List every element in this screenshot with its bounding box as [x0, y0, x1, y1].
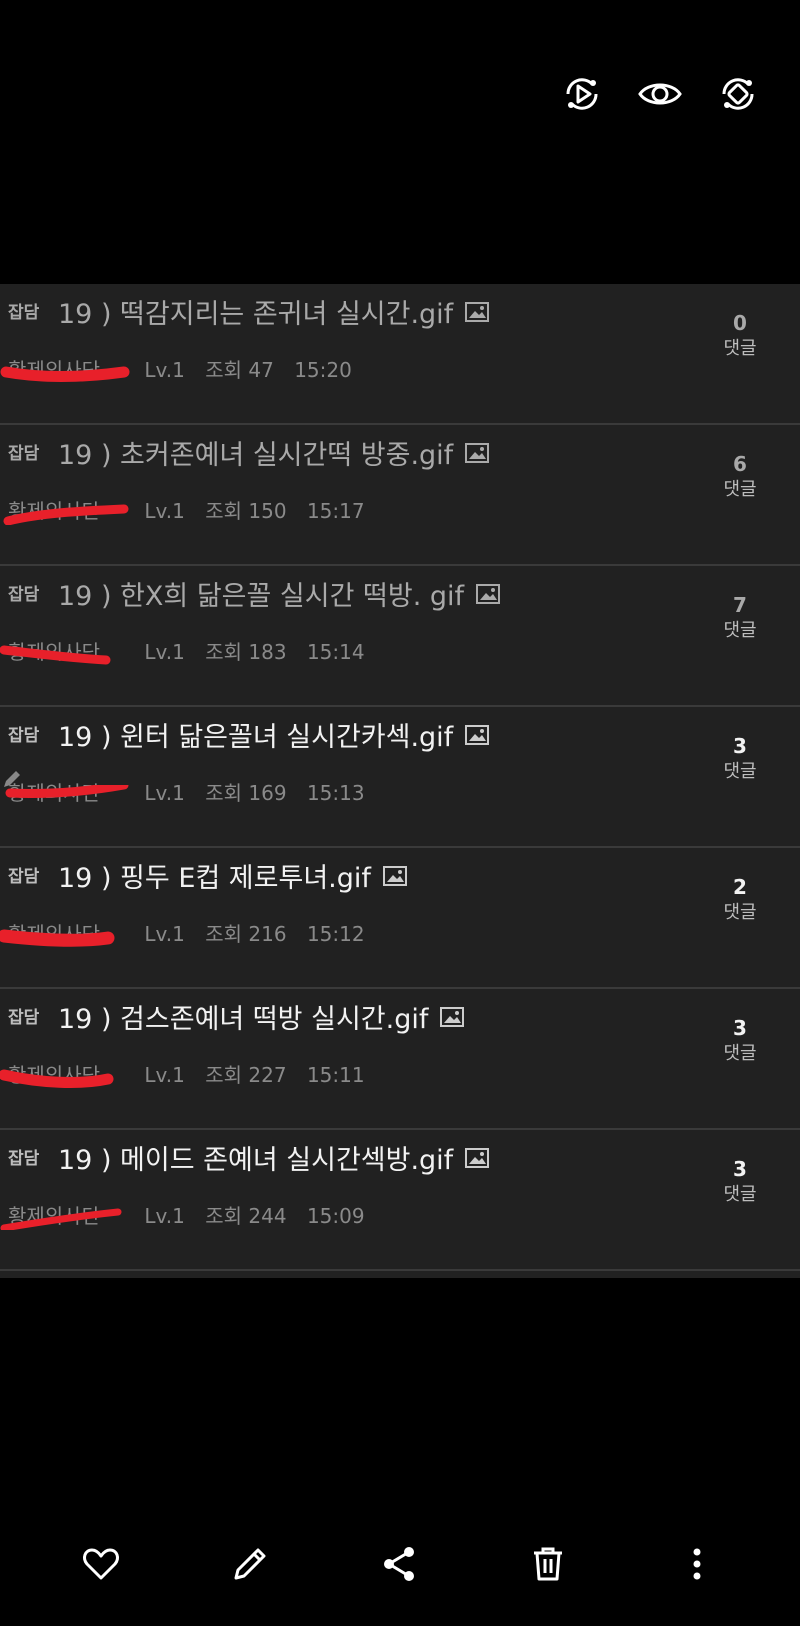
- image-attachment-icon: [465, 724, 490, 745]
- post-category: 잡담: [8, 303, 40, 323]
- post-row[interactable]: 잡담 19 ) 초커존예녀 실시간떡 방중.gif 황제의사단 Lv.1 조회 …: [0, 425, 800, 566]
- post-title[interactable]: 19 ) 한X희 닮은꼴 실시간 떡방. gif: [58, 574, 501, 613]
- author-name: 황제의사단: [0, 1063, 120, 1088]
- delete-icon[interactable]: [528, 1544, 568, 1584]
- comment-count: 2 댓글: [723, 875, 757, 923]
- image-attachment-icon: [465, 1147, 490, 1168]
- view-count: 조회 47: [205, 358, 274, 382]
- author-name: 황제의사단: [5, 781, 129, 805]
- comment-count: 3 댓글: [723, 1157, 757, 1205]
- post-category: 잡담: [8, 1149, 40, 1169]
- author-level: Lv.1: [144, 640, 185, 664]
- post-time: 15:14: [306, 640, 365, 664]
- post-meta: 황제의사단 Lv.1 조회 47 15:20: [0, 354, 366, 383]
- comment-count: 0 댓글: [723, 311, 757, 359]
- author-name: 황제의사단: [0, 1204, 122, 1230]
- post-meta: 황제의사단 Lv.1 조회 244 15:09: [0, 1200, 379, 1230]
- eye-icon[interactable]: [636, 70, 684, 118]
- author-level: Lv.1: [144, 358, 185, 382]
- redaction-mark: [0, 1069, 114, 1088]
- view-count: 조회 169: [205, 781, 287, 805]
- post-title[interactable]: 19 ) 메이드 존예녀 실시간섹방.gif: [58, 1138, 490, 1177]
- redaction-mark: [0, 1208, 122, 1230]
- post-category: 잡담: [8, 444, 40, 464]
- post-row[interactable]: 잡담 19 ) 윈터 닮은꼴녀 실시간카섹.gif 황제의사단 Lv.1 조회 …: [0, 707, 800, 848]
- author-level: Lv.1: [144, 1063, 185, 1087]
- author-name: 황제의사단: [0, 640, 120, 665]
- image-attachment-icon: [476, 583, 501, 604]
- post-meta: 황제의사단 Lv.1 조회 216 15:12: [0, 918, 379, 947]
- post-time: 15:12: [306, 922, 365, 946]
- post-title[interactable]: 19 ) 초커존예녀 실시간떡 방중.gif: [58, 433, 490, 472]
- comment-count: 3 댓글: [723, 1016, 757, 1064]
- post-time: 15:20: [294, 358, 352, 382]
- post-list: 잡담 19 ) 떡감지리는 존귀녀 실시간.gif 황제의사단 Lv.1 조회 …: [0, 284, 800, 1278]
- post-title[interactable]: 19 ) 핑두 E컵 제로투녀.gif: [58, 856, 407, 895]
- comment-count: 3 댓글: [723, 734, 757, 782]
- author-name: 황제의사단: [0, 358, 130, 382]
- heart-icon[interactable]: [81, 1544, 121, 1584]
- post-title[interactable]: 19 ) 검스존예녀 떡방 실시간.gif: [58, 997, 465, 1036]
- author-level: Lv.1: [144, 1204, 185, 1228]
- author-level: Lv.1: [144, 781, 185, 805]
- author-level: Lv.1: [144, 922, 185, 946]
- post-time: 15:13: [306, 781, 365, 805]
- post-title[interactable]: 19 ) 윈터 닮은꼴녀 실시간카섹.gif: [58, 715, 490, 754]
- author-name: 황제의사단: [3, 499, 129, 525]
- auto-rotate-icon[interactable]: [714, 70, 762, 118]
- post-row[interactable]: 잡담 19 ) 검스존예녀 떡방 실시간.gif 황제의사단 Lv.1 조회 2…: [0, 989, 800, 1130]
- author-level: Lv.1: [144, 499, 185, 523]
- post-row[interactable]: 잡담 19 ) 한X희 닮은꼴 실시간 떡방. gif 황제의사단 Lv.1 조…: [0, 566, 800, 707]
- post-meta: 황제의사단 Lv.1 조회 150 15:17: [3, 495, 379, 525]
- post-meta: 황제의사단 Lv.1 조회 227 15:11: [0, 1059, 379, 1088]
- redaction-mark: [0, 645, 111, 665]
- post-category: 잡담: [8, 726, 40, 746]
- play-rotate-icon[interactable]: [558, 70, 606, 118]
- view-count: 조회 227: [205, 1063, 287, 1087]
- post-category: 잡담: [8, 867, 40, 887]
- image-attachment-icon: [465, 301, 490, 322]
- viewer-bottom-toolbar: [0, 1534, 800, 1590]
- redaction-mark: [0, 366, 130, 382]
- post-category: 잡담: [8, 1008, 40, 1028]
- view-count: 조회 150: [205, 499, 287, 523]
- redaction-mark: [0, 929, 115, 947]
- image-attachment-icon: [382, 865, 407, 886]
- comment-count: 7 댓글: [723, 593, 757, 641]
- post-row[interactable]: 잡담 19 ) 핑두 E컵 제로투녀.gif 황제의사단 Lv.1 조회 216…: [0, 848, 800, 989]
- post-time: 15:11: [306, 1063, 365, 1087]
- post-row[interactable]: 잡담 19 ) 메이드 존예녀 실시간섹방.gif 황제의사단 Lv.1 조회 …: [0, 1130, 800, 1271]
- more-icon[interactable]: [677, 1544, 717, 1584]
- edit-icon[interactable]: [230, 1544, 270, 1584]
- image-attachment-icon: [465, 442, 490, 463]
- post-title[interactable]: 19 ) 떡감지리는 존귀녀 실시간.gif: [58, 292, 490, 331]
- post-time: 15:09: [306, 1204, 365, 1228]
- redaction-mark: [3, 504, 129, 525]
- viewer-top-toolbar: [0, 70, 800, 118]
- view-count: 조회 183: [205, 640, 287, 664]
- view-count: 조회 244: [205, 1204, 287, 1228]
- post-row[interactable]: 잡담 19 ) 떡감지리는 존귀녀 실시간.gif 황제의사단 Lv.1 조회 …: [0, 284, 800, 425]
- post-meta: 황제의사단 Lv.1 조회 169 15:13: [5, 777, 379, 806]
- post-meta: 황제의사단 Lv.1 조회 183 15:14: [0, 636, 379, 665]
- image-attachment-icon: [440, 1006, 465, 1027]
- author-name: 황제의사단: [0, 922, 120, 947]
- share-icon[interactable]: [379, 1544, 419, 1584]
- comment-count: 6 댓글: [723, 452, 757, 500]
- view-count: 조회 216: [205, 922, 287, 946]
- redaction-mark: [5, 785, 129, 799]
- post-time: 15:17: [306, 499, 365, 523]
- post-category: 잡담: [8, 585, 40, 605]
